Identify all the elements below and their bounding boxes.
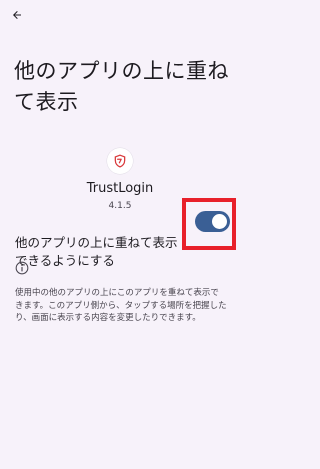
back-button[interactable] <box>6 4 28 26</box>
trustlogin-shield-icon <box>114 154 126 168</box>
overlay-permission-screen: 他のアプリの上に重ねて表示 TrustLogin 4.1.5 他のアプリの上に重… <box>0 0 240 469</box>
overlay-permission-label: 他のアプリの上に重ねて表示できるようにする <box>15 235 178 268</box>
app-name: TrustLogin <box>86 181 154 196</box>
info-icon <box>15 261 29 275</box>
overlay-permission-switch[interactable] <box>195 211 230 232</box>
switch-thumb <box>212 214 227 229</box>
permission-description: 使用中の他のアプリの上にこのアプリを重ねて表示できます。このアプリ側から、タップ… <box>15 288 227 323</box>
arrow-back-icon <box>13 11 21 19</box>
page-title: 他のアプリの上に重ねて表示 <box>14 59 229 114</box>
app-icon <box>107 148 133 174</box>
